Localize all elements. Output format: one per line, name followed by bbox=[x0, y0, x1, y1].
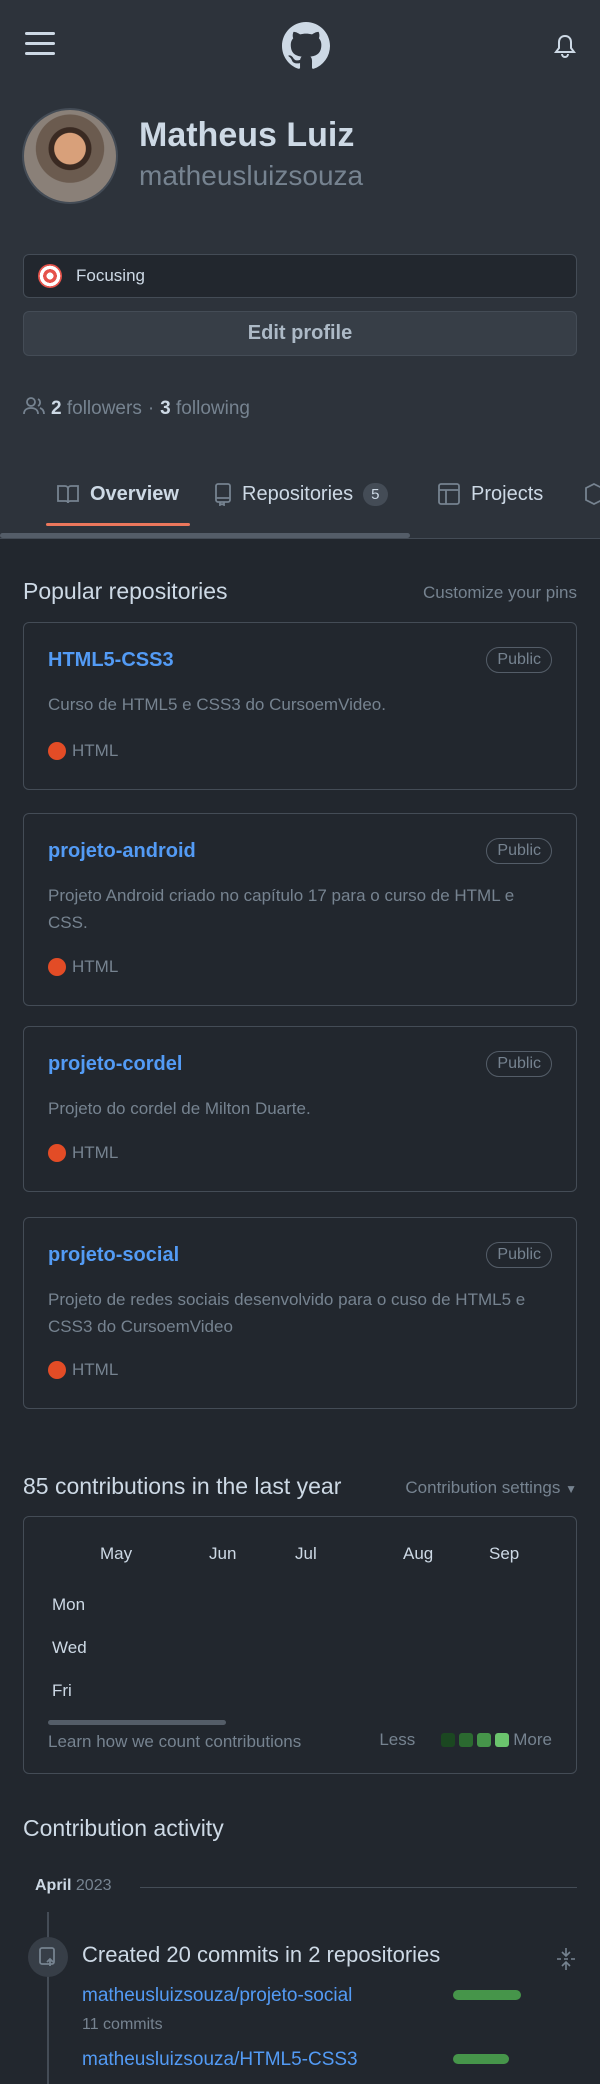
activity-commit-count: 11 commits bbox=[82, 2016, 163, 2033]
tab-projects[interactable]: Projects bbox=[437, 462, 543, 526]
repo-language: HTML bbox=[48, 741, 118, 761]
avatar[interactable] bbox=[22, 108, 118, 204]
customize-pins-link[interactable]: Customize your pins bbox=[423, 583, 577, 603]
commit-bar bbox=[453, 2054, 509, 2064]
month-divider bbox=[140, 1887, 577, 1888]
edit-profile-button[interactable]: Edit profile bbox=[23, 311, 577, 356]
legend-cell bbox=[495, 1733, 510, 1747]
following-link[interactable]: 3 following bbox=[160, 398, 250, 420]
repo-link[interactable]: projeto-android bbox=[48, 840, 196, 863]
month-label: Jun bbox=[209, 1544, 237, 1563]
visibility-badge: Public bbox=[486, 1242, 552, 1268]
book-icon bbox=[57, 485, 79, 504]
day-label: Fri bbox=[52, 1681, 72, 1700]
activity-title: Contribution activity bbox=[23, 1815, 224, 1841]
learn-contributions-link[interactable]: Learn how we count contributions bbox=[48, 1732, 301, 1752]
activity-event-title: Created 20 commits in 2 repositories bbox=[82, 1942, 441, 1967]
graph-scrollbar[interactable] bbox=[48, 1720, 226, 1725]
language-color-dot bbox=[48, 1361, 66, 1379]
activity-month-heading: April 2023 bbox=[35, 1877, 112, 1894]
month-label: Jul bbox=[295, 1544, 317, 1563]
pinned-repo-card: HTML5-CSS3 Public Curso de HTML5 e CSS3 … bbox=[23, 622, 577, 790]
profile-name: Matheus Luiz bbox=[139, 116, 355, 154]
repo-language: HTML bbox=[48, 1143, 118, 1163]
legend-cell bbox=[459, 1733, 474, 1747]
legend-cell bbox=[441, 1733, 456, 1747]
repo-icon bbox=[215, 483, 231, 506]
repo-language: HTML bbox=[48, 957, 118, 977]
collapse-icon[interactable] bbox=[555, 1946, 577, 1977]
repo-description: Curso de HTML5 e CSS3 do CursoemVideo. bbox=[48, 695, 386, 714]
tab-repositories[interactable]: Repositories 5 bbox=[214, 462, 388, 526]
pinned-repo-card: projeto-android Public Projeto Android c… bbox=[23, 813, 577, 1006]
bell-icon[interactable] bbox=[554, 34, 576, 63]
language-color-dot bbox=[48, 1144, 66, 1162]
dart-emoji-icon bbox=[38, 264, 62, 288]
month-label: May bbox=[100, 1544, 133, 1563]
repo-link[interactable]: projeto-social bbox=[48, 1244, 179, 1267]
package-icon[interactable] bbox=[584, 462, 600, 526]
pinned-repo-card: projeto-social Public Projeto de redes s… bbox=[23, 1217, 577, 1409]
profile-tabs: Overview Repositories 5 Projects bbox=[0, 462, 600, 538]
table-icon bbox=[438, 483, 460, 505]
contribution-settings-dropdown[interactable]: Contribution settings ▼ bbox=[405, 1478, 577, 1498]
activity-repo-link[interactable]: matheusluizsouza/HTML5-CSS3 bbox=[82, 2049, 358, 2071]
repo-description: Projeto do cordel de Milton Duarte. bbox=[48, 1099, 311, 1118]
repo-push-icon bbox=[28, 1937, 68, 1977]
legend-cell bbox=[477, 1733, 492, 1747]
tab-overview[interactable]: Overview bbox=[56, 462, 179, 526]
visibility-badge: Public bbox=[486, 1051, 552, 1077]
follow-counts: 2 followers · 3 following bbox=[23, 396, 250, 422]
separator: · bbox=[147, 398, 155, 419]
visibility-badge: Public bbox=[486, 647, 552, 673]
profile-login: matheusluizsouza bbox=[139, 160, 364, 191]
day-label: Wed bbox=[52, 1638, 87, 1657]
github-logo-icon[interactable] bbox=[282, 22, 330, 70]
repositories-count: 5 bbox=[363, 482, 388, 506]
activity-repo-link[interactable]: matheusluizsouza/projeto-social bbox=[82, 1985, 352, 2007]
repo-link[interactable]: HTML5-CSS3 bbox=[48, 649, 174, 672]
visibility-badge: Public bbox=[486, 838, 552, 864]
language-color-dot bbox=[48, 742, 66, 760]
month-label: Aug bbox=[403, 1544, 434, 1563]
month-label: Sep bbox=[489, 1544, 520, 1563]
active-tab-indicator bbox=[46, 523, 190, 526]
language-color-dot bbox=[48, 958, 66, 976]
caret-down-icon: ▼ bbox=[565, 1482, 577, 1496]
people-icon bbox=[23, 396, 45, 422]
pinned-repo-card: projeto-cordel Public Projeto do cordel … bbox=[23, 1026, 577, 1192]
status-text: Focusing bbox=[76, 266, 145, 285]
repo-description: Projeto Android criado no capítulo 17 pa… bbox=[48, 886, 515, 932]
hamburger-menu-icon[interactable] bbox=[25, 32, 55, 62]
commit-bar bbox=[453, 1990, 521, 2000]
repo-language: HTML bbox=[48, 1360, 118, 1380]
contribution-legend: Less More bbox=[379, 1730, 552, 1749]
tabs-scrollbar[interactable] bbox=[0, 533, 410, 538]
repo-link[interactable]: projeto-cordel bbox=[48, 1053, 182, 1076]
repo-description: Projeto de redes sociais desenvolvido pa… bbox=[48, 1290, 526, 1336]
status-button[interactable]: Focusing bbox=[23, 254, 577, 298]
contribution-graph: May Jun Jul Aug Sep Mon Wed Fri Learn ho… bbox=[23, 1516, 577, 1774]
day-label: Mon bbox=[52, 1595, 86, 1614]
contributions-title: 85 contributions in the last year bbox=[23, 1473, 342, 1499]
pinned-title: Popular repositories bbox=[23, 578, 228, 604]
followers-link[interactable]: 2 followers bbox=[51, 398, 142, 420]
